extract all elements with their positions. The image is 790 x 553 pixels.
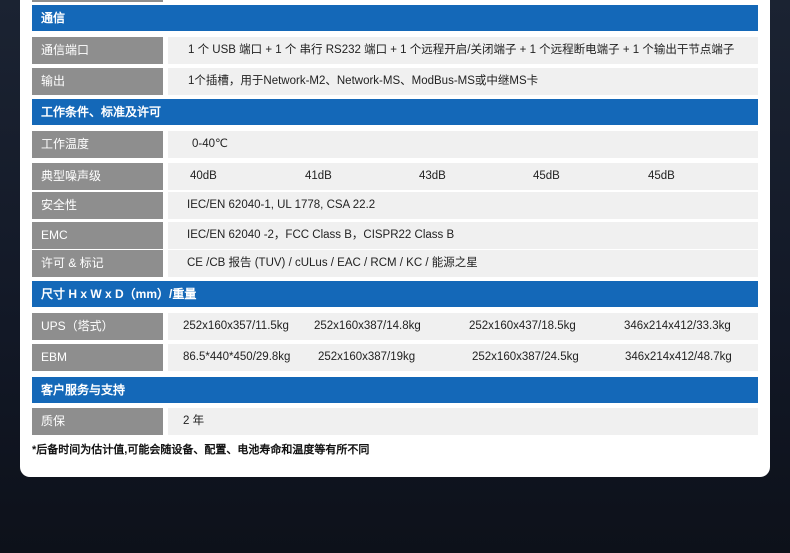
section-header-communication: 通信: [32, 5, 758, 31]
row-label: 质保: [32, 408, 163, 435]
value-cell: 252x160x387/24.5kg: [472, 351, 579, 363]
value-cell: 252x160x357/11.5kg: [183, 320, 289, 332]
row-value: 0-40℃: [168, 131, 758, 158]
row-label: 输出: [32, 68, 163, 95]
value-text: 1 个 USB 端口 + 1 个 串行 RS232 端口 + 1 个远程开启/关…: [188, 44, 735, 56]
row-value: 2 年: [168, 408, 758, 435]
spec-row-safety: 安全性 IEC/EN 62040-1, UL 1778, CSA 22.2: [32, 192, 758, 219]
section-header-environment: 工作条件、标准及许可: [32, 99, 758, 125]
row-value: 1个插槽，用于Network-M2、Network-MS、ModBus-MS或中…: [168, 68, 758, 95]
value-cell: 45dB: [533, 170, 560, 182]
spec-row-emc: EMC IEC/EN 62040 -2，FCC Class B，CISPR22 …: [32, 222, 758, 249]
section-header-dimensions: 尺寸 H x W x D（mm）/重量: [32, 281, 758, 307]
spec-row-ebm-dimensions: EBM 86.5*440*450/29.8kg 252x160x387/19kg…: [32, 344, 758, 371]
row-label: 典型噪声级: [32, 163, 163, 190]
value-text: CE /CB 报告 (TUV) / cULus / EAC / RCM / KC…: [187, 257, 478, 269]
value-cell: 40dB: [190, 170, 217, 182]
row-value: CE /CB 报告 (TUV) / cULus / EAC / RCM / KC…: [168, 250, 758, 277]
value-text: IEC/EN 62040-1, UL 1778, CSA 22.2: [187, 199, 376, 211]
value-cell: 43dB: [419, 170, 446, 182]
row-value: 1 个 USB 端口 + 1 个 串行 RS232 端口 + 1 个远程开启/关…: [168, 37, 758, 64]
row-value: 252x160x357/11.5kg 252x160x387/14.8kg 25…: [168, 313, 758, 340]
row-label: 许可 & 标记: [32, 250, 163, 277]
section-header-service: 客户服务与支持: [32, 377, 758, 403]
row-value: IEC/EN 62040 -2，FCC Class B，CISPR22 Clas…: [168, 222, 758, 249]
value-cell: 45dB: [648, 170, 675, 182]
row-value: IEC/EN 62040-1, UL 1778, CSA 22.2: [168, 192, 758, 219]
value-text: IEC/EN 62040 -2，FCC Class B，CISPR22 Clas…: [187, 229, 455, 241]
row-value: 86.5*440*450/29.8kg 252x160x387/19kg 252…: [168, 344, 758, 371]
value-text: 1个插槽，用于Network-M2、Network-MS、ModBus-MS或中…: [188, 75, 539, 87]
spec-row-comm-port: 通信端口 1 个 USB 端口 + 1 个 串行 RS232 端口 + 1 个远…: [32, 37, 758, 64]
value-cell: 346x214x412/33.3kg: [624, 320, 731, 332]
value-text: 0-40℃: [192, 138, 228, 150]
row-label: EMC: [32, 222, 163, 249]
value-text: 2 年: [183, 415, 205, 427]
spec-row-certifications: 许可 & 标记 CE /CB 报告 (TUV) / cULus / EAC / …: [32, 250, 758, 277]
spec-row-warranty: 质保 2 年: [32, 408, 758, 435]
value-cell: 86.5*440*450/29.8kg: [183, 351, 291, 363]
value-cell: 346x214x412/48.7kg: [625, 351, 732, 363]
row-label: 安全性: [32, 192, 163, 219]
row-value: 40dB 41dB 43dB 45dB 45dB: [168, 163, 758, 190]
spec-row-noise: 典型噪声级 40dB 41dB 43dB 45dB 45dB: [32, 163, 758, 190]
row-label: EBM: [32, 344, 163, 371]
value-cell: 252x160x437/18.5kg: [469, 320, 576, 332]
spec-row-temperature: 工作温度 0-40℃: [32, 131, 758, 158]
row-label: 工作温度: [32, 131, 163, 158]
spec-card: 通信 通信端口 1 个 USB 端口 + 1 个 串行 RS232 端口 + 1…: [20, 0, 770, 477]
value-cell: 252x160x387/19kg: [318, 351, 416, 363]
divider: [32, 0, 163, 2]
spec-row-ups-dimensions: UPS（塔式） 252x160x357/11.5kg 252x160x387/1…: [32, 313, 758, 340]
spec-row-output: 输出 1个插槽，用于Network-M2、Network-MS、ModBus-M…: [32, 68, 758, 95]
row-label: UPS（塔式）: [32, 313, 163, 340]
value-cell: 41dB: [305, 170, 332, 182]
value-cell: 252x160x387/14.8kg: [314, 320, 421, 332]
footnote: *后备时间为估计值,可能会随设备、配置、电池寿命和温度等有所不同: [32, 444, 370, 456]
row-label: 通信端口: [32, 37, 163, 64]
